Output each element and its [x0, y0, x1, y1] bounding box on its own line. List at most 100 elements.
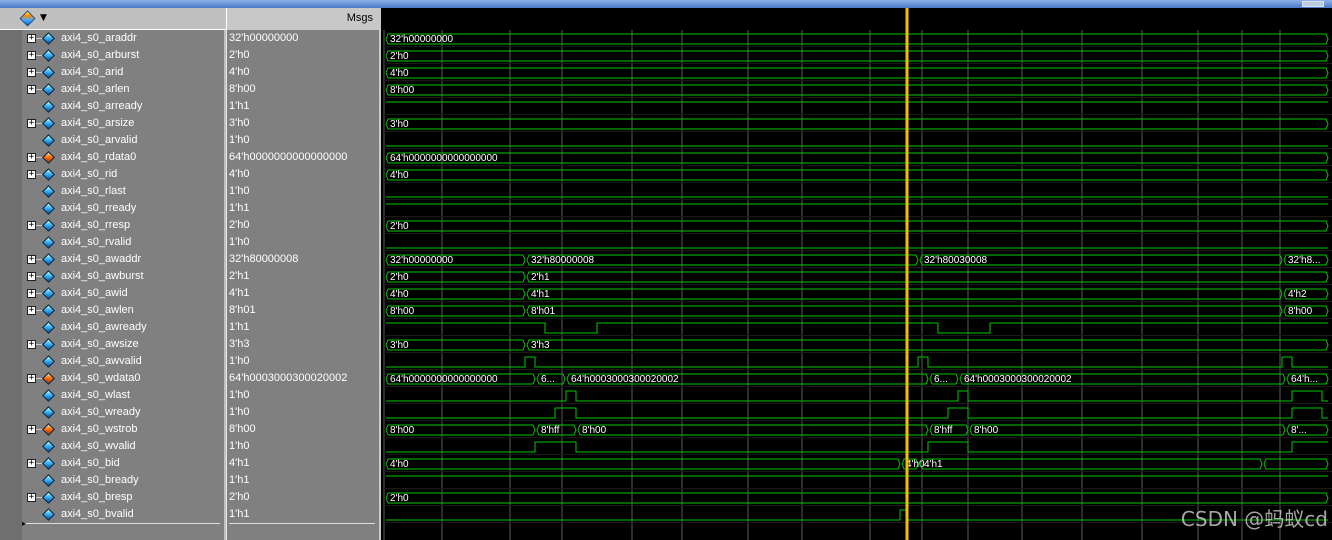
bit-trace — [386, 390, 1328, 402]
expand-plus-icon[interactable]: + — [27, 221, 36, 230]
signal-row[interactable]: axi4_s0_wready 1'h0 — [0, 404, 381, 421]
wave-mode-icon — [19, 10, 36, 27]
signal-row[interactable]: axi4_s0_rvalid 1'h0 — [0, 234, 381, 251]
signal-row[interactable]: + axi4_s0_arid 4'h0 — [0, 64, 381, 81]
signal-row[interactable]: axi4_s0_arready 1'h1 — [0, 98, 381, 115]
expand-plus-icon[interactable]: + — [27, 255, 36, 264]
signal-row[interactable]: axi4_s0_bready 1'h1 — [0, 472, 381, 489]
expand-plus-icon[interactable]: + — [27, 85, 36, 94]
expand-plus-icon[interactable]: + — [27, 374, 36, 383]
signal-diamond-icon — [42, 457, 56, 471]
signal-diamond-icon — [42, 83, 56, 97]
expand-plus-icon[interactable]: + — [27, 459, 36, 468]
signal-diamond-icon — [42, 304, 56, 318]
bus-value-label: 64'h0000000000000000 — [390, 374, 498, 385]
signal-row[interactable]: axi4_s0_rlast 1'h0 — [0, 183, 381, 200]
signal-row[interactable]: + axi4_s0_araddr 32'h00000000 — [0, 30, 381, 47]
signal-diamond-icon — [42, 270, 56, 284]
signal-row[interactable]: + axi4_s0_awsize 3'h3 — [0, 336, 381, 353]
signal-diamond-icon — [42, 355, 56, 369]
bus-value-label: 4'h0 — [390, 68, 409, 79]
expand-plus-icon[interactable]: + — [27, 170, 36, 179]
expand-plus-icon[interactable]: + — [27, 493, 36, 502]
signal-diamond-icon — [42, 372, 56, 386]
signal-row[interactable]: + axi4_s0_wdata0 64'h0003000300020002 — [0, 370, 381, 387]
signal-row[interactable]: + axi4_s0_bid 4'h1 — [0, 455, 381, 472]
signal-name: axi4_s0_awburst — [61, 270, 144, 282]
signal-name: axi4_s0_arvalid — [61, 134, 138, 146]
bus-value-label: 8'h00 — [390, 306, 415, 317]
waveform-canvas[interactable]: 32'h00000000 2'h0 4'h0 8'h00 3'h0 64'h0000000… — [382, 8, 1332, 540]
bus-value-label: 4'h1 — [531, 289, 550, 300]
signal-row[interactable]: + axi4_s0_bresp 2'h0 — [0, 489, 381, 506]
msgs-column-header: Msgs — [226, 8, 381, 30]
bus-value-label: 8'h00 — [390, 85, 415, 96]
signal-name: axi4_s0_awsize — [61, 338, 139, 350]
wave-mode-dropdown[interactable]: ▼ — [19, 10, 50, 27]
bus-value-label: 3'h0 — [390, 119, 409, 130]
signal-name: axi4_s0_wstrob — [61, 423, 138, 435]
window-grip-icon[interactable] — [1302, 1, 1324, 7]
signal-value: 1'h1 — [229, 100, 250, 112]
signal-row[interactable]: + axi4_s0_arlen 8'h00 — [0, 81, 381, 98]
expand-plus-icon[interactable]: + — [27, 340, 36, 349]
signal-value: 4'h1 — [229, 287, 250, 299]
expand-plus-icon[interactable]: + — [27, 289, 36, 298]
signal-row[interactable]: + axi4_s0_rid 4'h0 — [0, 166, 381, 183]
row-cursor-icon: ▸ — [22, 519, 27, 528]
signal-value: 1'h0 — [229, 185, 250, 197]
signal-row[interactable]: + axi4_s0_awburst 2'h1 — [0, 268, 381, 285]
signal-row[interactable]: + axi4_s0_awaddr 32'h80000008 — [0, 251, 381, 268]
signal-value: 1'h1 — [229, 474, 250, 486]
bus-segment — [385, 220, 1329, 232]
signal-row[interactable]: + axi4_s0_awid 4'h1 — [0, 285, 381, 302]
expand-plus-icon[interactable]: + — [27, 306, 36, 315]
bus-value-label: 2'h0 — [390, 272, 409, 283]
signal-value: 1'h0 — [229, 355, 250, 367]
bus-value-label: 4'h1 — [924, 459, 943, 470]
signal-name: axi4_s0_rid — [61, 168, 118, 180]
signal-name: axi4_s0_arready — [61, 100, 143, 112]
signal-row[interactable]: + axi4_s0_arsize 3'h0 — [0, 115, 381, 132]
waveform-pane[interactable]: 32'h00000000 2'h0 4'h0 8'h00 3'h0 64'h0000000… — [382, 8, 1332, 540]
watermark: CSDN @蚂蚁cd — [1180, 507, 1328, 531]
signal-row[interactable]: + axi4_s0_rresp 2'h0 — [0, 217, 381, 234]
signal-diamond-icon — [42, 32, 56, 46]
signal-name: axi4_s0_arsize — [61, 117, 135, 129]
window-title-bar — [0, 0, 1332, 8]
signal-row[interactable]: axi4_s0_awready 1'h1 — [0, 319, 381, 336]
signal-row[interactable]: + axi4_s0_arburst 2'h0 — [0, 47, 381, 64]
bus-value-label: 2'h1 — [531, 272, 550, 283]
chevron-down-icon: ▼ — [40, 13, 47, 23]
signal-row[interactable]: axi4_s0_awvalid 1'h0 — [0, 353, 381, 370]
signal-name: axi4_s0_awaddr — [61, 253, 142, 265]
expand-plus-icon[interactable]: + — [27, 51, 36, 60]
bus-segment — [385, 84, 1329, 96]
expand-plus-icon[interactable]: + — [27, 272, 36, 281]
signal-name: axi4_s0_wdata0 — [61, 372, 141, 384]
expand-plus-icon[interactable]: + — [27, 68, 36, 77]
signal-value: 4'h0 — [229, 66, 250, 78]
signal-diamond-icon — [42, 389, 56, 403]
signal-row[interactable]: axi4_s0_bvalid 1'h1 — [0, 506, 381, 523]
signal-value: 64'h0003000300020002 — [229, 372, 348, 384]
bit-trace — [386, 407, 1328, 419]
expand-plus-icon[interactable]: + — [27, 153, 36, 162]
bus-segment — [526, 271, 1329, 283]
signal-row[interactable]: + axi4_s0_wstrob 8'h00 — [0, 421, 381, 438]
signal-row[interactable]: axi4_s0_rready 1'h1 — [0, 200, 381, 217]
signal-row[interactable]: axi4_s0_wvalid 1'h0 — [0, 438, 381, 455]
signal-value: 1'h1 — [229, 202, 250, 214]
bus-value-label: 6... — [541, 374, 555, 385]
bus-value-label: 32'h8... — [1288, 255, 1321, 266]
expand-plus-icon[interactable]: + — [27, 425, 36, 434]
signal-diamond-icon — [42, 321, 56, 335]
signal-name: axi4_s0_rvalid — [61, 236, 132, 248]
signal-row[interactable]: + axi4_s0_rdata0 64'h0000000000000000 — [0, 149, 381, 166]
signal-row[interactable]: axi4_s0_wlast 1'h0 — [0, 387, 381, 404]
expand-plus-icon[interactable]: + — [27, 119, 36, 128]
expand-plus-icon[interactable]: + — [27, 34, 36, 43]
bus-value-label: 4'h0 — [390, 459, 409, 470]
signal-row[interactable]: + axi4_s0_awlen 8'h01 — [0, 302, 381, 319]
signal-row[interactable]: axi4_s0_arvalid 1'h0 — [0, 132, 381, 149]
